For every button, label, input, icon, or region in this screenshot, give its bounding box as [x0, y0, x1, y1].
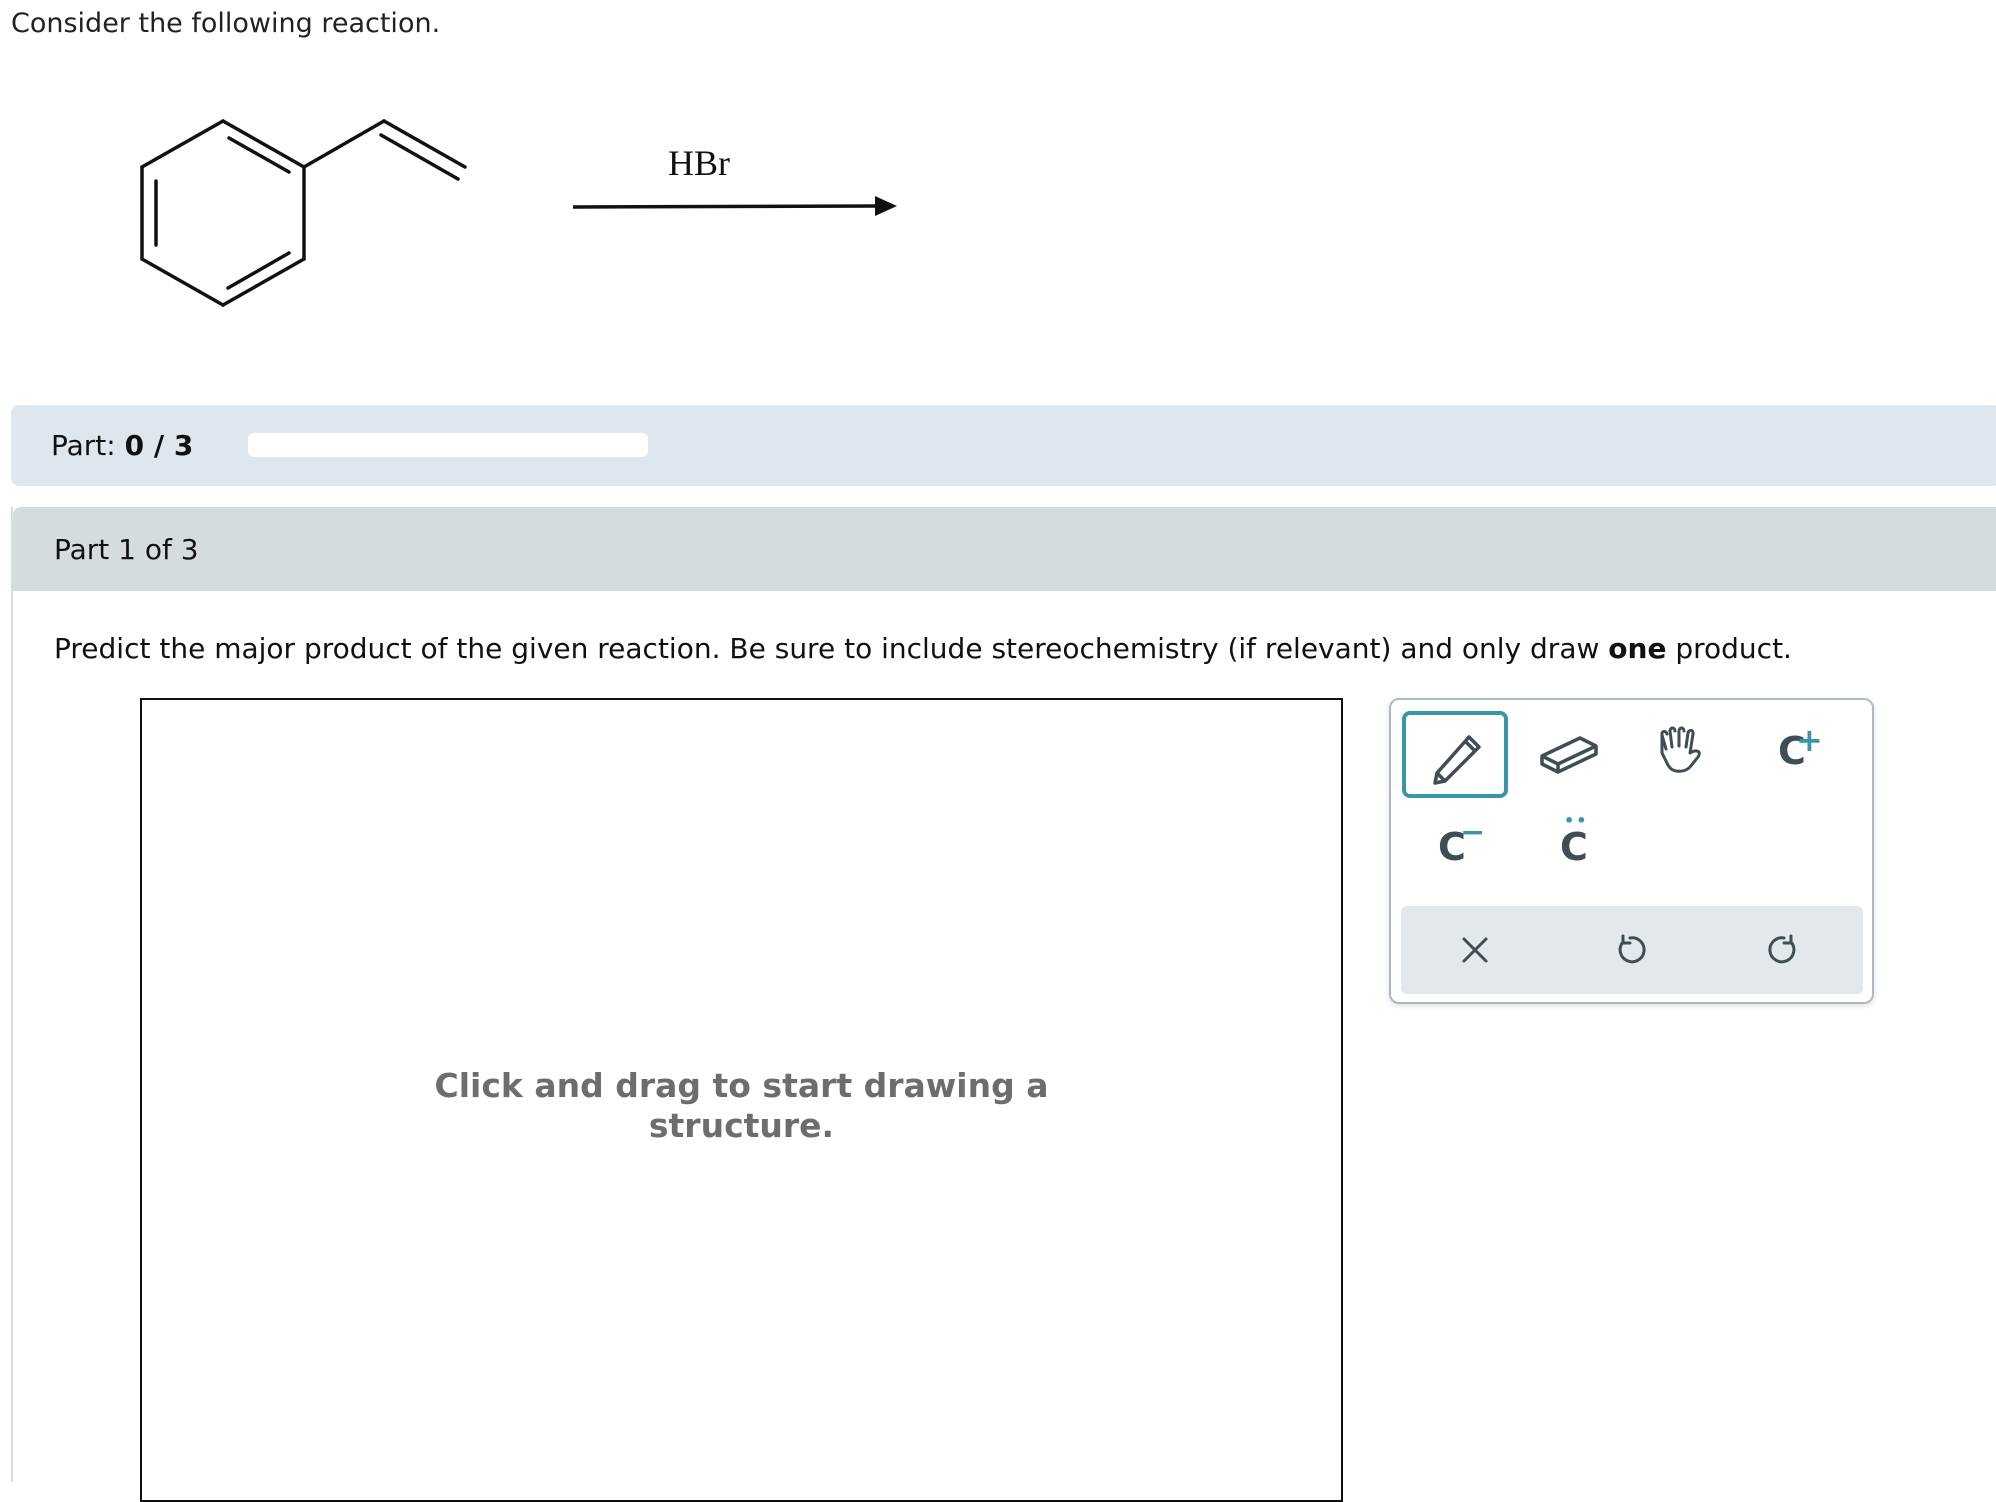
pencil-icon: [1433, 734, 1481, 785]
undo-icon: [1618, 934, 1646, 964]
hand-tool-button[interactable]: [1630, 711, 1730, 791]
redo-button[interactable]: [1744, 920, 1824, 980]
eraser-tool-button[interactable]: [1518, 711, 1618, 791]
question-section: Part 1 of 3 Predict the major product of…: [11, 507, 1996, 1502]
undo-button[interactable]: [1590, 920, 1670, 980]
styrene-structure: [140, 119, 467, 307]
negative-charge-tool-button[interactable]: C −: [1402, 807, 1502, 887]
lone-pair-icon: C: [1560, 825, 1588, 869]
part-progress-label: Part: 0 / 3: [51, 429, 194, 462]
progress-track: [248, 433, 648, 457]
action-bar: [1401, 906, 1863, 994]
hand-icon: [1660, 726, 1701, 773]
lone-pair-tool-button[interactable]: C ••: [1524, 807, 1624, 887]
clear-button[interactable]: [1435, 920, 1515, 980]
canvas-hint: Click and drag to start drawing a struct…: [434, 1066, 1049, 1145]
question-instruction: Predict the major product of the given r…: [54, 632, 1792, 665]
redo-icon: [1768, 934, 1796, 964]
pencil-tool-button[interactable]: [1402, 711, 1508, 798]
positive-charge-sign: +: [1796, 721, 1823, 759]
clear-icon: [1462, 937, 1488, 963]
lone-pair-dots: ••: [1564, 811, 1589, 830]
positive-charge-tool-button[interactable]: C +: [1742, 711, 1842, 791]
eraser-icon: [1540, 736, 1598, 774]
question-header-text: Part 1 of 3: [54, 533, 199, 566]
negative-charge-sign: −: [1460, 815, 1486, 850]
part-progress-bar: Part: 0 / 3: [11, 405, 1996, 486]
drawing-canvas[interactable]: Click and drag to start drawing a struct…: [140, 698, 1343, 1502]
reagent-label: HBr: [668, 143, 730, 183]
part-progress-value: 0 / 3: [124, 429, 194, 462]
reaction-arrow: [572, 196, 897, 216]
drawing-toolbar: C + C − C ••: [1389, 698, 1874, 1004]
question-header: Part 1 of 3: [13, 507, 1996, 591]
reaction-scheme: HBr: [140, 119, 897, 307]
